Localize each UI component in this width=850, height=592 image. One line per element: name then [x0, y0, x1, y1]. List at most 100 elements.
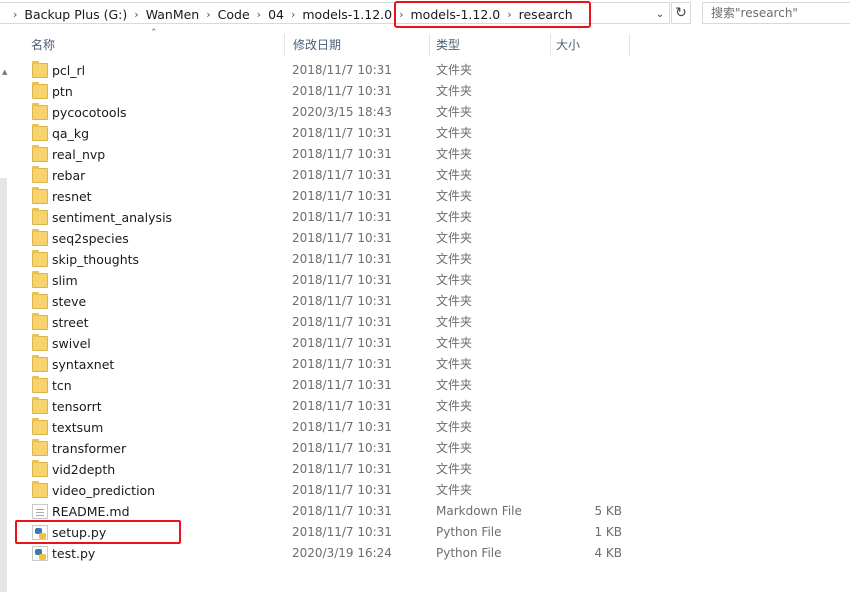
- file-row[interactable]: swivel 2018/11/7 10:31 文件夹: [22, 333, 632, 354]
- file-type: 文件夹: [436, 63, 473, 77]
- file-row[interactable]: textsum 2018/11/7 10:31 文件夹: [22, 417, 632, 438]
- file-row[interactable]: vid2depth 2018/11/7 10:31 文件夹: [22, 459, 632, 480]
- file-row[interactable]: README.md 2018/11/7 10:31 Markdown File 5 K…: [22, 501, 632, 522]
- file-size: 4 KB: [594, 546, 622, 560]
- file-name: seq2species: [52, 231, 129, 246]
- file-size: [576, 60, 622, 81]
- breadcrumb-item[interactable]: Backup Plus (G:): [24, 7, 127, 22]
- file-size: [576, 207, 622, 228]
- file-row[interactable]: tcn 2018/11/7 10:31 文件夹: [22, 375, 632, 396]
- file-name: rebar: [52, 168, 86, 183]
- file-size: [576, 102, 622, 123]
- address-bar[interactable]: › Backup Plus (G:) › WanMen › Code › 04 › models-…: [0, 2, 670, 24]
- breadcrumb-separator-icon[interactable]: ›: [134, 8, 138, 21]
- folder-icon: [32, 397, 48, 414]
- refresh-button[interactable]: ↻: [671, 2, 691, 24]
- folder-icon: [32, 61, 48, 78]
- breadcrumb-item[interactable]: 04: [268, 7, 284, 22]
- breadcrumb-separator-icon[interactable]: ›: [399, 8, 403, 21]
- folder-icon: [32, 292, 48, 309]
- file-row[interactable]: seq2species 2018/11/7 10:31 文件夹: [22, 228, 632, 249]
- file-name: textsum: [52, 420, 104, 435]
- file-size: [576, 144, 622, 165]
- folder-icon: [32, 187, 48, 204]
- file-name: slim: [52, 273, 78, 288]
- file-type: 文件夹: [436, 378, 473, 392]
- file-modified-date: 2018/11/7 10:31: [292, 231, 392, 245]
- python-file-icon: [32, 546, 48, 561]
- file-type: 文件夹: [436, 357, 473, 371]
- file-row[interactable]: sentiment_analysis 2018/11/7 10:31 文件夹: [22, 207, 632, 228]
- file-row[interactable]: tensorrt 2018/11/7 10:31 文件夹: [22, 396, 632, 417]
- file-modified-date: 2018/11/7 10:31: [292, 525, 392, 539]
- search-input[interactable]: 搜索"research": [702, 2, 850, 24]
- file-modified-date: 2020/3/15 18:43: [292, 105, 392, 119]
- column-header: 名称 修改日期 类型 大小: [22, 32, 632, 58]
- column-type[interactable]: 类型: [427, 32, 550, 58]
- file-type: 文件夹: [436, 315, 473, 329]
- file-type: 文件夹: [436, 189, 473, 203]
- column-divider[interactable]: [629, 34, 630, 56]
- breadcrumb-item[interactable]: models-1.12.0: [411, 7, 501, 22]
- file-type: 文件夹: [436, 126, 473, 140]
- file-row[interactable]: real_nvp 2018/11/7 10:31 文件夹: [22, 144, 632, 165]
- file-type: Markdown File: [436, 504, 522, 518]
- breadcrumb-item[interactable]: models-1.12.0: [302, 7, 392, 22]
- file-size: [576, 459, 622, 480]
- file-size: 1 KB: [594, 525, 622, 539]
- file-type: 文件夹: [436, 441, 473, 455]
- file-name: tensorrt: [52, 399, 102, 414]
- file-name: sentiment_analysis: [52, 210, 173, 225]
- column-date[interactable]: 修改日期: [284, 32, 429, 58]
- file-type: 文件夹: [436, 420, 473, 434]
- file-row[interactable]: test.py 2020/3/19 16:24 Python File 4 KB: [22, 543, 632, 564]
- file-row[interactable]: resnet 2018/11/7 10:31 文件夹: [22, 186, 632, 207]
- file-name: README.md: [52, 504, 130, 519]
- sort-ascending-icon: ⌃: [150, 28, 158, 38]
- file-size: [576, 417, 622, 438]
- file-size: [576, 270, 622, 291]
- file-type: 文件夹: [436, 294, 473, 308]
- file-row[interactable]: slim 2018/11/7 10:31 文件夹: [22, 270, 632, 291]
- file-row[interactable]: street 2018/11/7 10:31 文件夹: [22, 312, 632, 333]
- file-row[interactable]: pycocotools 2020/3/15 18:43 文件夹: [22, 102, 632, 123]
- file-type: 文件夹: [436, 105, 473, 119]
- scrollbar-thumb[interactable]: [0, 178, 7, 592]
- file-row[interactable]: rebar 2018/11/7 10:31 文件夹: [22, 165, 632, 186]
- folder-icon: [32, 229, 48, 246]
- breadcrumb-item[interactable]: Code: [218, 7, 250, 22]
- file-size: [576, 480, 622, 501]
- file-row[interactable]: skip_thoughts 2018/11/7 10:31 文件夹: [22, 249, 632, 270]
- breadcrumb-separator-icon[interactable]: ›: [291, 8, 295, 21]
- file-row[interactable]: setup.py 2018/11/7 10:31 Python File 1 KB: [22, 522, 632, 543]
- file-row[interactable]: qa_kg 2018/11/7 10:31 文件夹: [22, 123, 632, 144]
- file-modified-date: 2018/11/7 10:31: [292, 210, 392, 224]
- file-type: 文件夹: [436, 336, 473, 350]
- column-size[interactable]: 大小: [547, 32, 629, 58]
- folder-icon: [32, 250, 48, 267]
- file-modified-date: 2018/11/7 10:31: [292, 357, 392, 371]
- breadcrumb-separator-icon[interactable]: ›: [13, 8, 17, 21]
- breadcrumb-separator-icon[interactable]: ›: [206, 8, 210, 21]
- file-row[interactable]: steve 2018/11/7 10:31 文件夹: [22, 291, 632, 312]
- python-file-icon: [32, 525, 48, 540]
- scroll-up-icon[interactable]: ▲: [2, 68, 7, 76]
- file-row[interactable]: video_prediction 2018/11/7 10:31 文件夹: [22, 480, 632, 501]
- folder-icon: [32, 166, 48, 183]
- file-row[interactable]: syntaxnet 2018/11/7 10:31 文件夹: [22, 354, 632, 375]
- file-size: [576, 354, 622, 375]
- file-name: vid2depth: [52, 462, 116, 477]
- file-type: Python File: [436, 546, 502, 560]
- breadcrumb-separator-icon[interactable]: ›: [257, 8, 261, 21]
- breadcrumb-separator-icon[interactable]: ›: [507, 8, 511, 21]
- navigation-pane-scrollbar[interactable]: ▲: [0, 28, 12, 592]
- breadcrumb: › Backup Plus (G:) › WanMen › Code › 04 › models-…: [6, 3, 573, 25]
- breadcrumb-item[interactable]: WanMen: [146, 7, 200, 22]
- address-history-dropdown-icon[interactable]: ⌄: [652, 5, 668, 23]
- file-row[interactable]: pcl_rl 2018/11/7 10:31 文件夹: [22, 60, 632, 81]
- file-type: 文件夹: [436, 483, 473, 497]
- breadcrumb-item[interactable]: research: [519, 7, 573, 22]
- file-row[interactable]: ptn 2018/11/7 10:31 文件夹: [22, 81, 632, 102]
- file-modified-date: 2018/11/7 10:31: [292, 252, 392, 266]
- file-row[interactable]: transformer 2018/11/7 10:31 文件夹: [22, 438, 632, 459]
